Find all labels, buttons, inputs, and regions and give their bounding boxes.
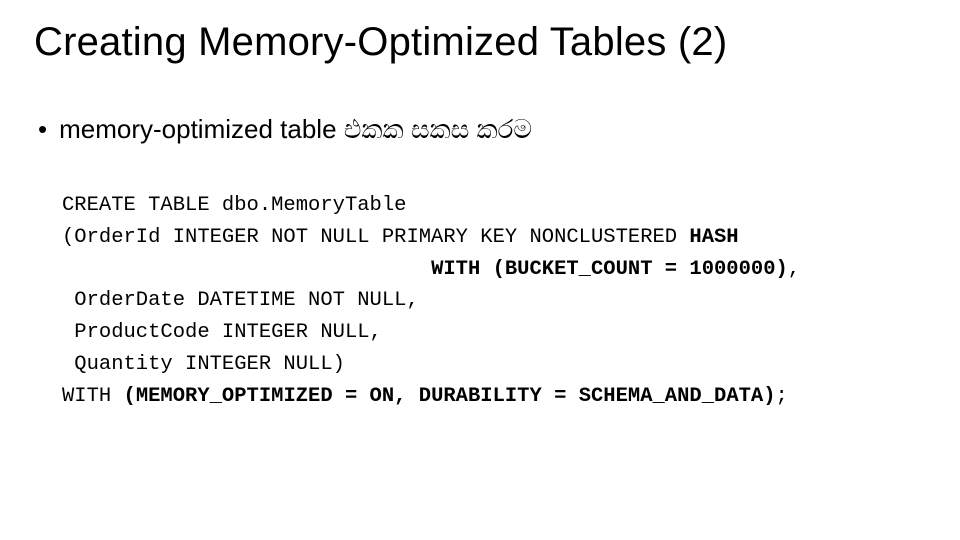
code-line-5: ProductCode INTEGER NULL, [62, 321, 382, 344]
code-line-7c: ; [776, 385, 788, 408]
code-line-7a: WITH [62, 385, 124, 408]
code-line-4: OrderDate DATETIME NOT NULL, [62, 289, 419, 312]
slide-title: Creating Memory-Optimized Tables (2) [34, 18, 926, 66]
code-line-7b: (MEMORY_OPTIMIZED = ON, DURABILITY = SCH… [124, 385, 776, 408]
code-line-3b-with: WITH (BUCKET_COUNT = 1000000) [431, 258, 788, 281]
code-line-3c: , [788, 258, 800, 281]
code-line-3-pad [62, 258, 431, 281]
code-line-1: CREATE TABLE dbo.MemoryTable [62, 194, 406, 217]
code-line-2a: (OrderId INTEGER NOT NULL PRIMARY KEY NO… [62, 226, 689, 249]
bullet-item: • memory-optimized table එකක සකස කරම [38, 112, 926, 146]
bullet-text: memory-optimized table එකක සකස කරම [59, 114, 532, 146]
code-block: CREATE TABLE dbo.MemoryTable (OrderId IN… [62, 190, 926, 412]
code-line-6: Quantity INTEGER NULL) [62, 353, 345, 376]
code-line-2b-hash: HASH [689, 226, 738, 249]
bullet-dot-icon: • [38, 116, 47, 142]
slide: Creating Memory-Optimized Tables (2) • m… [0, 0, 960, 540]
